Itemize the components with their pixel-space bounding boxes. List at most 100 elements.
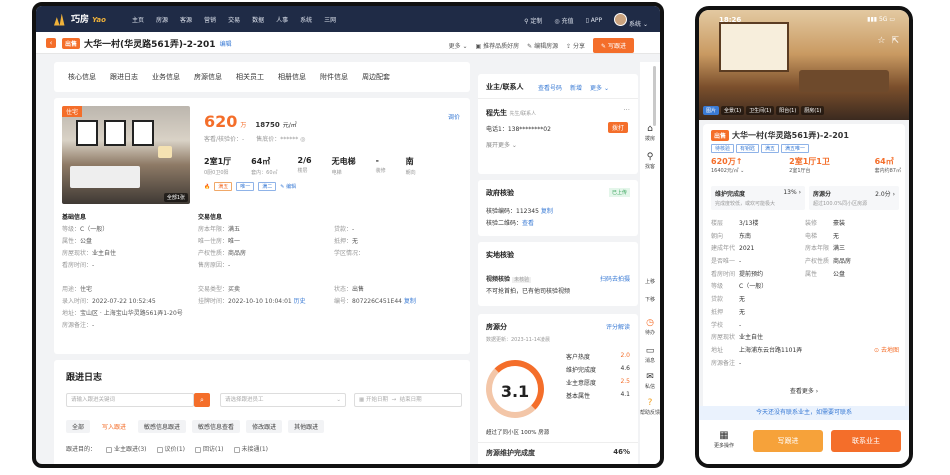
trade-info-extra: 贷款：- 抵押：无 学区情况： — [334, 226, 365, 257]
toolbar-dm[interactable]: ✉ 私信 — [640, 372, 660, 390]
history-link[interactable]: 历史 — [294, 298, 306, 305]
nav-item-clients[interactable]: 客源 — [180, 15, 192, 24]
toolbar-todo[interactable]: ◷ 待办 — [640, 318, 660, 336]
toolbar-down[interactable]: 下移 — [640, 296, 660, 303]
score-box[interactable]: 房源分 2.0分 › 超过100.0%同小区房源 — [809, 186, 899, 210]
edit-listing-button[interactable]: ✎ 编辑房源 — [527, 41, 558, 50]
mobile-write-follow-button[interactable]: 写跟进 — [753, 430, 823, 452]
nav-item-deals[interactable]: 交易 — [228, 15, 240, 24]
gov-verify-title: 政府核验 — [486, 189, 514, 197]
back-icon[interactable]: ‹ — [46, 38, 56, 48]
contact-card: 业主/联系人 查看号码 新增 更多 ⌄ 程先生 先生/联系人 ··· 电话1：1… — [478, 74, 638, 174]
nav-item-listings[interactable]: 房源 — [156, 15, 168, 24]
more-ops-button[interactable]: ▦ 更多操作 — [709, 430, 739, 449]
purpose-checkbox[interactable]: 未接通(1) — [233, 444, 268, 453]
nav-item-hr[interactable]: 人事 — [276, 15, 288, 24]
tab-album[interactable]: 相册信息 — [278, 72, 306, 82]
contact-title: 业主/联系人 — [486, 83, 524, 91]
view-number-link[interactable]: 查看号码 — [538, 83, 562, 92]
adjust-price-link[interactable]: 调价 — [448, 112, 460, 121]
mobile-frame: 18:26 ▮▮▮ 5G ▭ ☆ ⇱ 图片 全景(1) 卫生间(1) 阳台(1)… — [695, 6, 913, 468]
scan-capture-link[interactable]: 扫码去拍摄 — [600, 274, 630, 283]
scrollbar[interactable] — [653, 66, 656, 126]
follow-staff-select[interactable]: 请选择跟进员工 ⌄ — [220, 393, 346, 407]
mobile-hero-photo[interactable]: 18:26 ▮▮▮ 5G ▭ ☆ ⇱ 图片 全景(1) 卫生间(1) 阳台(1)… — [699, 10, 909, 120]
purpose-checkbox[interactable]: 回访(1) — [195, 444, 224, 453]
tab-nearby[interactable]: 周边配套 — [362, 72, 390, 82]
tab-listing-info[interactable]: 房源信息 — [194, 72, 222, 82]
go-map-link[interactable]: ⊙ 去地图 — [874, 345, 899, 358]
edit-title-link[interactable]: 编辑 — [220, 39, 232, 48]
tab-attachments[interactable]: 附件信息 — [320, 72, 348, 82]
recommend-button[interactable]: ▣ 推荐品质好房 — [476, 41, 520, 50]
tag-chip: 唯一 — [236, 182, 255, 191]
bed — [70, 166, 140, 188]
user-menu[interactable]: 系统 ⌄ — [614, 13, 648, 28]
copy-id-link[interactable]: 复制 — [404, 298, 416, 305]
nav-item-data[interactable]: 数据 — [252, 15, 264, 24]
house-icon: ⌂ — [647, 124, 653, 134]
more-dots-icon[interactable]: ··· — [623, 106, 630, 114]
recharge-link[interactable]: ◎ 充值 — [554, 16, 573, 25]
photo-tab[interactable]: 卫生间(1) — [746, 106, 775, 115]
purpose-checkbox[interactable]: 议价(1) — [156, 444, 185, 453]
nav-item-sanwang[interactable]: 三网 — [324, 15, 336, 24]
nav-item-home[interactable]: 主页 — [132, 15, 144, 24]
nav-item-marketing[interactable]: 营销 — [204, 15, 216, 24]
top-nav: 巧房 Yao 主页 房源 客源 营销 交易 数据 人事 系统 三网 ⚲ 定制 ◎… — [36, 6, 660, 32]
all-photos-badge[interactable]: 全部1张 — [163, 193, 188, 202]
score-explain-link[interactable]: 评分解读 — [606, 322, 630, 331]
logo-icon — [54, 13, 65, 26]
toolbar-help[interactable]: ? 帮助反馈 — [640, 398, 660, 416]
star-icon[interactable]: ☆ — [877, 36, 885, 46]
app-logo[interactable]: 巧房 Yao — [54, 12, 106, 26]
owner-phone: 电话1：138********02 — [486, 126, 551, 133]
follow-tab-sensitive[interactable]: 敏感信息跟进 — [138, 420, 187, 433]
toolbar-listing[interactable]: ⌂ 拨房 — [640, 124, 660, 142]
follow-keyword-input[interactable]: 请输入跟进关键词 — [66, 393, 194, 407]
follow-tab-edit[interactable]: 修改跟进 — [246, 420, 283, 433]
view-qr-link[interactable]: 查看 — [522, 220, 534, 227]
tab-staff[interactable]: 相关员工 — [236, 72, 264, 82]
photo-tab[interactable]: 厨房(1) — [801, 106, 825, 115]
app-link[interactable]: ▯ APP — [586, 17, 603, 24]
toolbar-up[interactable]: 上移 — [640, 278, 660, 285]
tab-business[interactable]: 业务信息 — [152, 72, 180, 82]
more-contact-link[interactable]: 更多 ⌄ — [590, 83, 609, 92]
lamp — [158, 146, 172, 158]
nav-item-system[interactable]: 系统 — [300, 15, 312, 24]
more-menu[interactable]: 更多 ⌄ — [449, 41, 468, 50]
add-contact-link[interactable]: 新增 — [570, 83, 582, 92]
toolbar-find-client[interactable]: ⚲ 找客 — [640, 152, 660, 170]
photo-tab[interactable]: 全景(1) — [721, 106, 745, 115]
address: 宝山区 · 上海宝山华灵路561弄1-20号 — [80, 310, 183, 317]
grid-icon: ▦ — [719, 430, 729, 441]
follow-tab-other[interactable]: 其他跟进 — [288, 420, 325, 433]
tag-chip: 满五 — [214, 182, 233, 191]
expand-more-link[interactable]: 展开更多 ⌄ — [486, 140, 517, 149]
view-more-link[interactable]: 查看更多 › — [703, 386, 905, 395]
toolbar-messages[interactable]: ▭ 消息 — [640, 346, 660, 364]
photo-tab[interactable]: 阳台(1) — [776, 106, 800, 115]
listing-photo[interactable]: 住宅 全部1张 — [62, 106, 190, 204]
follow-tab-write[interactable]: 写入跟进 — [96, 420, 133, 433]
edit-tags-link[interactable]: ✎ 编辑 — [280, 183, 296, 190]
maintenance-box[interactable]: 维护完成度 13% › 完成度较低，或欢可能极大 — [711, 186, 805, 210]
tab-core[interactable]: 核心信息 — [68, 72, 96, 82]
follow-tab-sensitive-view[interactable]: 敏感信息查看 — [192, 420, 241, 433]
search-icon[interactable]: ⌕ — [194, 393, 210, 407]
share-icon[interactable]: ⇱ — [891, 36, 899, 46]
type-tag: 住宅 — [62, 106, 83, 117]
dial-button[interactable]: 拨打 — [607, 122, 628, 133]
copy-code-link[interactable]: 复制 — [541, 208, 553, 215]
purpose-checkbox[interactable]: 业主跟进(3) — [106, 444, 147, 453]
photo-tab[interactable]: 图片 — [703, 106, 720, 115]
contact-owner-button[interactable]: 联系业主 — [831, 430, 901, 452]
contact-reminder[interactable]: 今天还没有联系业主，如需要可联系 — [699, 406, 909, 420]
share-button[interactable]: ⇪ 分享 — [566, 41, 585, 50]
follow-tab-all[interactable]: 全部 — [66, 420, 91, 433]
date-range-input[interactable]: ▦ 开始日期 → 结束日期 — [354, 393, 462, 407]
write-follow-button[interactable]: ✎ 写跟进 — [593, 38, 634, 53]
tab-follow-log[interactable]: 跟进日志 — [110, 72, 138, 82]
customize-link[interactable]: ⚲ 定制 — [524, 16, 542, 25]
